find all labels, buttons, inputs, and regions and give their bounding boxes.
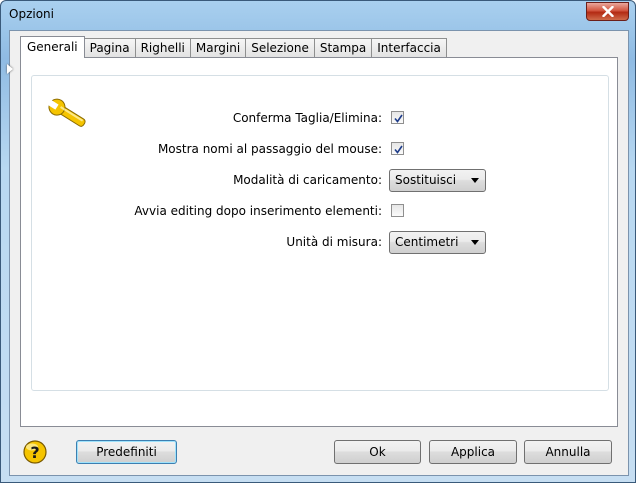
apply-button[interactable]: Applica (429, 440, 517, 464)
wrench-icon (47, 98, 86, 127)
checkmark-icon (394, 145, 403, 154)
edit-after-insert-checkbox[interactable] (391, 204, 404, 217)
ok-button[interactable]: Ok (334, 440, 421, 464)
options-group: Conferma Taglia/Elimina: Mostra nomi al … (31, 75, 609, 391)
tab-panel-generali: Conferma Taglia/Elimina: Mostra nomi al … (20, 57, 618, 427)
tab-stampa[interactable]: Stampa (313, 38, 373, 58)
show-names-hover-label: Mostra nomi al passaggio del mouse: (157, 142, 382, 156)
unit-value: Centimetri (395, 235, 459, 249)
unit-select[interactable]: Centimetri (389, 231, 486, 254)
unit-label: Unità di misura: (286, 235, 382, 249)
side-arrow-icon (7, 64, 13, 74)
edit-after-insert-label: Avvia editing dopo inserimento elementi: (134, 204, 382, 218)
svg-text:?: ? (30, 443, 39, 462)
tab-interfaccia[interactable]: Interfaccia (371, 38, 447, 58)
window-title: Opzioni (9, 7, 54, 21)
close-icon (601, 6, 614, 17)
cancel-button[interactable]: Annulla (524, 440, 612, 464)
chevron-down-icon (471, 240, 479, 245)
options-dialog: Opzioni Generali Pagina Righelli Margini… (0, 0, 636, 483)
tab-righelli[interactable]: Righelli (134, 38, 191, 58)
chevron-down-icon (471, 178, 479, 183)
tab-generali[interactable]: Generali (20, 36, 85, 58)
load-mode-value: Sostituisci (395, 173, 457, 187)
tab-strip: Generali Pagina Righelli Margini Selezio… (20, 36, 447, 58)
tab-selezione[interactable]: Selezione (245, 38, 315, 58)
tab-margini[interactable]: Margini (189, 38, 247, 58)
help-icon[interactable]: ? (23, 439, 47, 465)
title-bar[interactable]: Opzioni (1, 1, 635, 29)
confirm-cut-delete-checkbox[interactable] (391, 111, 404, 124)
load-mode-label: Modalità di caricamento: (233, 173, 382, 187)
load-mode-select[interactable]: Sostituisci (389, 169, 486, 192)
checkmark-icon (394, 114, 403, 123)
defaults-button[interactable]: Predefiniti (76, 440, 177, 464)
show-names-hover-checkbox[interactable] (391, 142, 404, 155)
confirm-cut-delete-label: Conferma Taglia/Elimina: (232, 111, 382, 125)
close-button[interactable] (586, 2, 629, 21)
tab-pagina[interactable]: Pagina (83, 38, 136, 58)
